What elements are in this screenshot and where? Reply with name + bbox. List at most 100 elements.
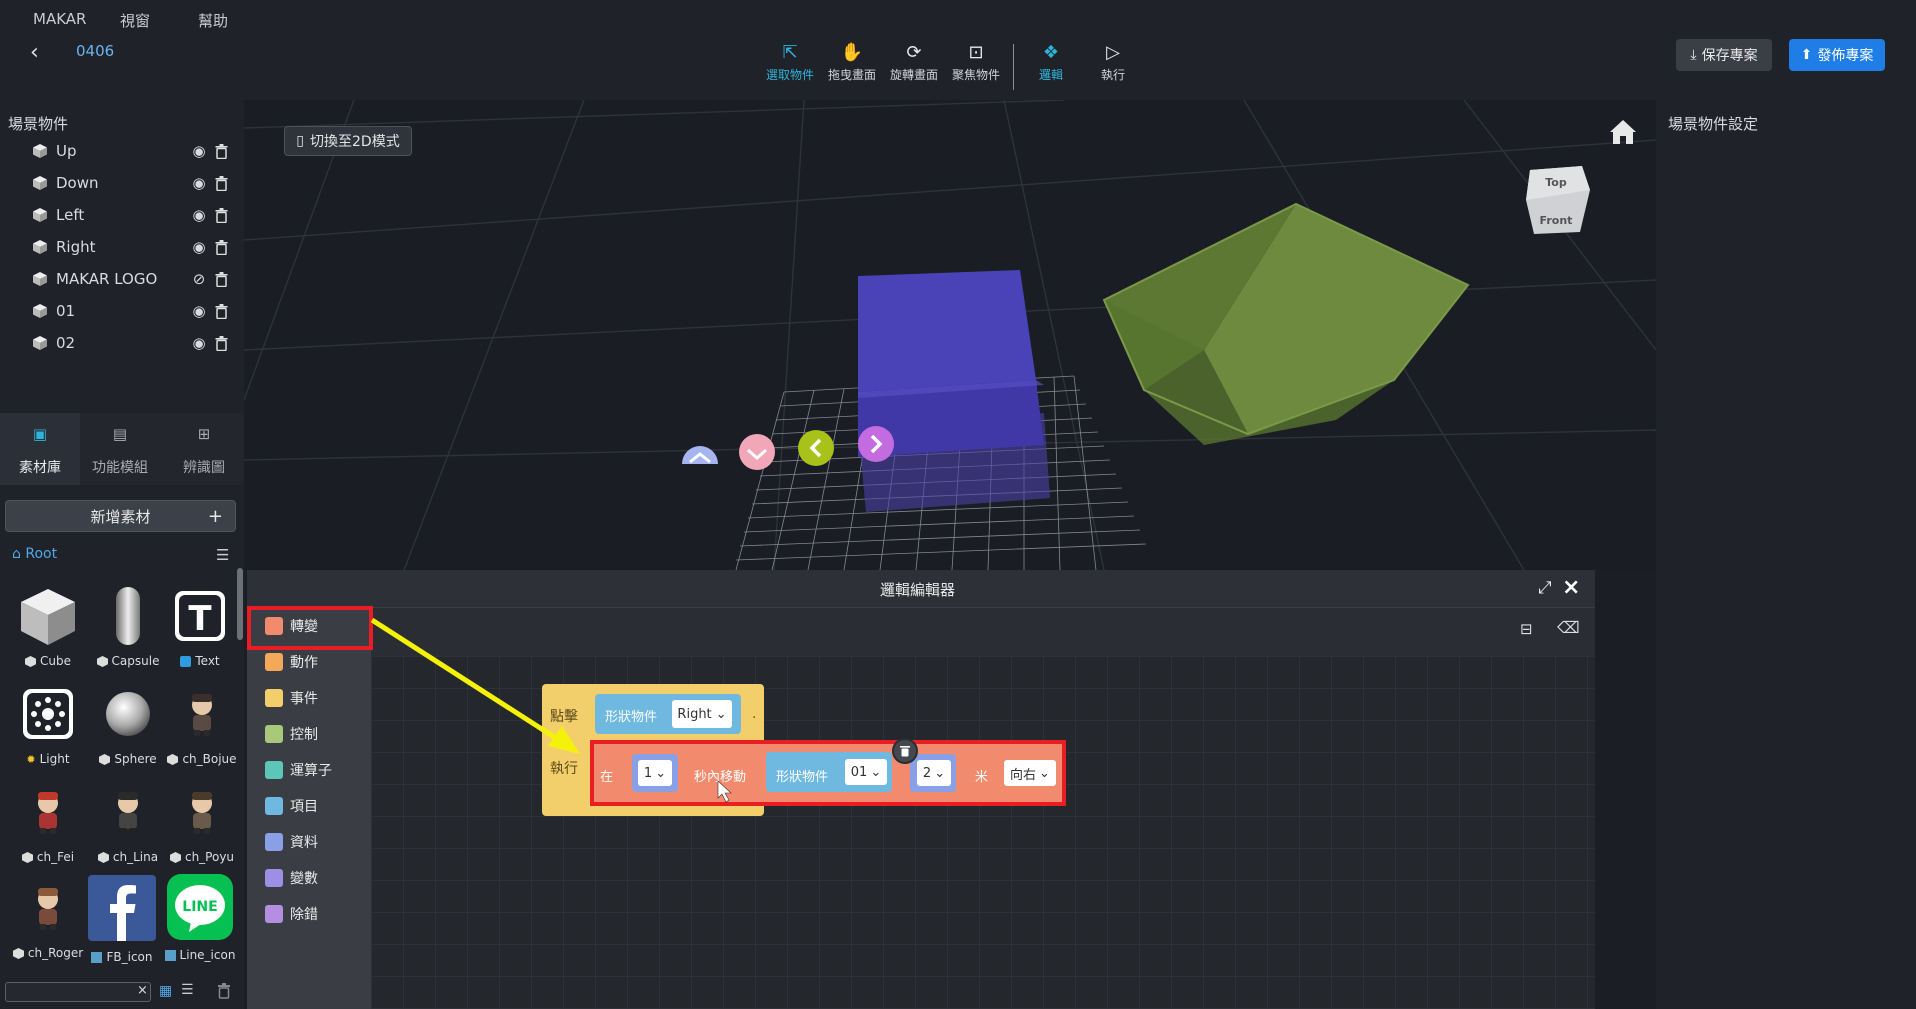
scene-object-row[interactable]: Down ◉	[32, 171, 232, 195]
asset-ch-bojue[interactable]: ch_Bojue	[162, 682, 242, 766]
shape-select-value: Right	[677, 706, 712, 722]
cube-icon	[33, 144, 47, 158]
asset-ch-fei[interactable]: ch_Fei	[8, 780, 88, 864]
scene-object-row[interactable]: MAKAR LOGO ⊘	[32, 267, 232, 291]
eye-icon[interactable]: ◉	[188, 174, 210, 192]
asset-line-icon[interactable]: LINE Line_icon	[160, 872, 240, 962]
home-icon[interactable]	[1608, 118, 1638, 150]
view-cube[interactable]: Top Front	[1522, 162, 1592, 242]
shape-object-select[interactable]: Right ⌄	[672, 700, 732, 728]
tool-rotate[interactable]: ⟳ 旋轉畫面	[882, 42, 946, 83]
menu-makar[interactable]: MAKAR	[33, 10, 86, 28]
cube-icon	[33, 272, 47, 286]
add-asset-button[interactable]: 新增素材 +	[5, 500, 236, 532]
expand-icon[interactable]: ⤢	[1538, 578, 1552, 598]
publish-project-button[interactable]: ⬆ 發佈專案	[1789, 39, 1885, 71]
tool-focus[interactable]: ⊡ 聚焦物件	[944, 42, 1008, 83]
text-thumbnail: T	[168, 584, 232, 648]
block-category-item[interactable]: 控制	[265, 722, 318, 746]
asset-ch-poyu[interactable]: ch_Poyu	[162, 780, 242, 864]
eye-icon[interactable]: ◉	[188, 238, 210, 256]
delete-block-icon[interactable]	[892, 738, 918, 764]
category-label: 控制	[290, 727, 318, 743]
scene-object-row[interactable]: Left ◉	[32, 203, 232, 227]
block-category-item[interactable]: 資料	[265, 830, 318, 854]
scene-objects-title: 場景物件	[8, 115, 69, 133]
back-button[interactable]: ‹	[30, 40, 39, 65]
cube-icon	[33, 208, 47, 222]
block-category-item[interactable]: 變數	[265, 866, 318, 890]
character-thumbnail	[16, 780, 80, 844]
tool-logic[interactable]: ❖ 邏輯	[1019, 42, 1083, 83]
eye-icon[interactable]: ◉	[188, 334, 210, 352]
scene-object-name: 02	[56, 334, 76, 352]
eye-off-icon[interactable]: ⊘	[188, 270, 210, 288]
block-dot: .	[752, 706, 757, 722]
asset-capsule[interactable]: Capsule	[88, 584, 168, 668]
list-view-icon[interactable]: ☰	[181, 982, 194, 998]
tab-assets[interactable]: ▣ 素材庫	[0, 413, 80, 485]
green-cube	[1102, 202, 1470, 445]
tab-label: 素材庫	[19, 460, 61, 476]
trash-icon[interactable]	[210, 335, 232, 351]
category-swatch	[265, 725, 283, 743]
eye-icon[interactable]: ◉	[188, 206, 210, 224]
asset-text[interactable]: T Text	[160, 584, 240, 668]
switch-2d-mode-button[interactable]: ▯ 切換至2D模式	[284, 126, 412, 156]
trash-icon[interactable]	[210, 143, 232, 159]
block-category-item[interactable]: 除錯	[265, 902, 318, 926]
asset-ch-roger[interactable]: ch_Roger	[8, 876, 88, 960]
character-thumbnail	[96, 780, 160, 844]
scene-object-row[interactable]: Up ◉	[32, 139, 232, 163]
tab-recognition[interactable]: ⊞ 辨識圖	[164, 413, 244, 485]
download-icon: ⤓	[1690, 47, 1697, 63]
eye-icon[interactable]: ◉	[188, 142, 210, 160]
scene-object-row[interactable]: 02 ◉	[32, 331, 232, 355]
save-project-button[interactable]: ⤓ 保存專案	[1676, 39, 1772, 71]
tool-label: 聚焦物件	[951, 68, 1000, 82]
sort-icon[interactable]: ☰	[216, 546, 229, 564]
asset-fb-icon[interactable]: FB_icon	[82, 872, 162, 964]
trash-icon[interactable]	[217, 983, 231, 1003]
play-icon: ▷	[1106, 42, 1120, 63]
block-category-item[interactable]: 運算子	[265, 758, 332, 782]
block-layout-icon[interactable]: ⊟	[1520, 620, 1533, 638]
block-category-item[interactable]: 項目	[265, 794, 318, 818]
logic-editor-title: 邏輯編輯器	[880, 581, 956, 599]
3d-viewport[interactable]	[244, 100, 1656, 570]
image-type-icon	[91, 951, 103, 963]
grid-view-icon[interactable]: ▦	[159, 983, 172, 999]
tool-run[interactable]: ▷ 執行	[1081, 42, 1145, 83]
block-category-item[interactable]: 事件	[265, 686, 318, 710]
asset-cube[interactable]: Cube	[8, 584, 88, 668]
tab-modules[interactable]: ▤ 功能模組	[80, 413, 160, 485]
root-breadcrumb[interactable]: ⌂ Root	[12, 546, 57, 562]
scene-object-row[interactable]: 01 ◉	[32, 299, 232, 323]
menu-help[interactable]: 幫助	[198, 10, 228, 31]
menu-window[interactable]: 視窗	[120, 10, 150, 31]
scene-object-row[interactable]: Right ◉	[32, 235, 232, 259]
eraser-icon[interactable]: ⌫	[1557, 618, 1580, 637]
category-label: 動作	[290, 655, 318, 671]
character-thumbnail	[170, 682, 234, 746]
trash-icon[interactable]	[210, 271, 232, 287]
asset-light[interactable]: ✹ Light	[8, 682, 88, 766]
eye-icon[interactable]: ◉	[188, 302, 210, 320]
tool-pan[interactable]: ✋ 拖曳畫面	[820, 42, 884, 83]
asset-ch-lina[interactable]: ch_Lina	[88, 780, 168, 864]
plus-icon: +	[207, 505, 223, 527]
scene-object-name: 01	[56, 302, 76, 320]
chevron-down-icon: ⌄	[715, 706, 727, 722]
block-category-item[interactable]: 動作	[265, 650, 318, 674]
tool-select[interactable]: ⇱ 選取物件	[758, 42, 822, 83]
close-icon[interactable]: ×	[1562, 575, 1580, 600]
asset-sphere[interactable]: Sphere	[88, 682, 168, 766]
trash-icon[interactable]	[210, 239, 232, 255]
asset-search-input[interactable]	[5, 982, 151, 1002]
trash-icon[interactable]	[210, 175, 232, 191]
clear-search-icon[interactable]: ×	[137, 983, 148, 998]
trash-icon[interactable]	[210, 207, 232, 223]
highlight-box	[247, 606, 373, 650]
category-swatch	[265, 761, 283, 779]
trash-icon[interactable]	[210, 303, 232, 319]
